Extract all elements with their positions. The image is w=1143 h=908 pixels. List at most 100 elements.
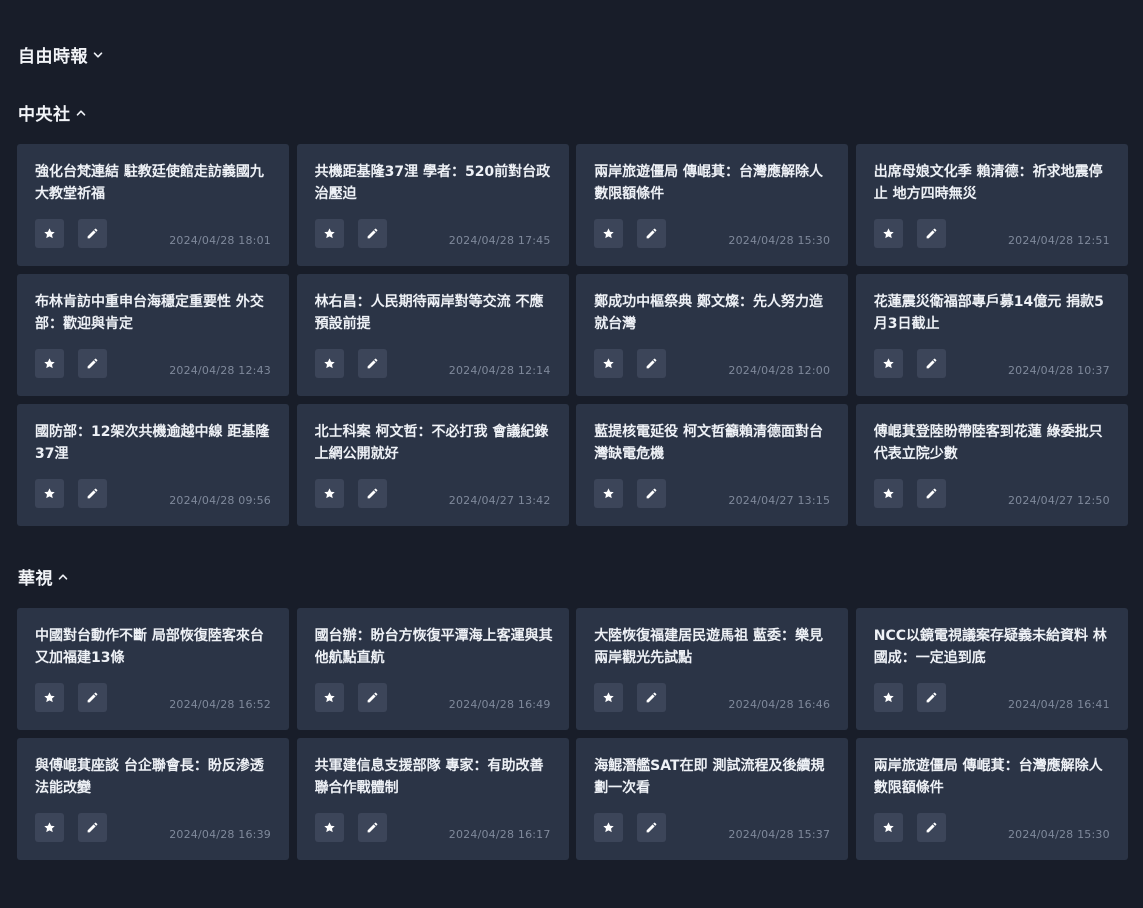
edit-button[interactable]	[916, 479, 946, 508]
edit-button[interactable]	[78, 349, 107, 378]
edit-button[interactable]	[357, 479, 387, 508]
edit-button[interactable]	[357, 683, 387, 712]
news-card-timestamp: 2024/04/28 16:46	[728, 698, 831, 711]
news-card-title: 兩岸旅遊僵局 傳崐萁：台灣應解除人數限額條件	[594, 164, 824, 202]
news-card[interactable]: 大陸恢復福建居民遊馬祖 藍委：樂見兩岸觀光先試點 2024/04/28 16:4…	[576, 608, 849, 730]
news-card-timestamp: 2024/04/28 16:17	[448, 828, 551, 841]
favorite-button[interactable]	[873, 219, 903, 248]
edit-button[interactable]	[637, 683, 667, 712]
news-card-timestamp: 2024/04/27 13:15	[728, 494, 831, 507]
favorite-button[interactable]	[873, 813, 903, 842]
favorite-button[interactable]	[35, 479, 64, 508]
favorite-button[interactable]	[35, 813, 64, 842]
favorite-button[interactable]	[594, 813, 624, 842]
favorite-button[interactable]	[314, 813, 344, 842]
favorite-button[interactable]	[314, 683, 344, 712]
pencil-icon	[645, 227, 658, 240]
news-card[interactable]: 花蓮震災衛福部專戶募14億元 捐款5月3日截止 2024/04/28 10:37	[855, 274, 1128, 396]
edit-button[interactable]	[637, 349, 667, 378]
card-actions	[35, 683, 107, 712]
news-card[interactable]: 兩岸旅遊僵局 傳崐萁：台灣應解除人數限額條件 2024/04/28 15:30	[576, 144, 849, 266]
favorite-button[interactable]	[594, 219, 624, 248]
card-actions	[35, 813, 107, 842]
edit-button[interactable]	[357, 349, 387, 378]
card-actions	[314, 349, 387, 378]
news-card[interactable]: 與傅崐萁座談 台企聯會長：盼反滲透法能改變 2024/04/28 16:39	[17, 738, 289, 860]
edit-button[interactable]	[916, 349, 946, 378]
pencil-icon	[925, 821, 938, 834]
news-card[interactable]: 中國對台動作不斷 局部恢復陸客來台又加福建13條 2024/04/28 16:5…	[17, 608, 289, 730]
star-icon	[323, 357, 336, 370]
star-icon	[882, 821, 895, 834]
edit-button[interactable]	[637, 479, 667, 508]
card-actions	[314, 683, 387, 712]
favorite-button[interactable]	[594, 479, 624, 508]
favorite-button[interactable]	[314, 349, 344, 378]
news-card-timestamp: 2024/04/28 17:45	[448, 234, 551, 247]
news-card[interactable]: NCC以鏡電視議案存疑義未給資料 林國成：一定追到底 2024/04/28 16…	[855, 608, 1128, 730]
section-header-cts[interactable]: 華視	[18, 564, 69, 589]
edit-button[interactable]	[78, 219, 107, 248]
news-card[interactable]: 布林肯訪中重申台海穩定重要性 外交部：歡迎與肯定 2024/04/28 12:4…	[17, 274, 289, 396]
favorite-button[interactable]	[314, 219, 344, 248]
section-title: 華視	[18, 569, 53, 589]
news-card-title: 布林肯訪中重申台海穩定重要性 外交部：歡迎與肯定	[35, 294, 264, 332]
favorite-button[interactable]	[873, 349, 903, 378]
favorite-button[interactable]	[594, 683, 624, 712]
news-card[interactable]: 共機距基隆37浬 學者：520前對台政治壓迫 2024/04/28 17:45	[296, 144, 569, 266]
news-card[interactable]: 出席母娘文化季 賴清德：祈求地震停止 地方四時無災 2024/04/28 12:…	[855, 144, 1128, 266]
news-card-timestamp: 2024/04/28 09:56	[169, 494, 271, 507]
card-actions	[314, 813, 387, 842]
edit-button[interactable]	[357, 219, 387, 248]
news-card[interactable]: 林右昌：人民期待兩岸對等交流 不應預設前提 2024/04/28 12:14	[296, 274, 569, 396]
news-card[interactable]: 強化台梵連結 駐教廷使館走訪義國九大教堂祈福 2024/04/28 18:01	[17, 144, 289, 266]
news-card-timestamp: 2024/04/28 15:30	[1007, 828, 1110, 841]
pencil-icon	[366, 227, 379, 240]
pencil-icon	[925, 691, 938, 704]
card-actions	[594, 683, 667, 712]
favorite-button[interactable]	[594, 349, 624, 378]
news-card-title: 與傅崐萁座談 台企聯會長：盼反滲透法能改變	[35, 758, 264, 796]
news-card[interactable]: 兩岸旅遊僵局 傳崐萁：台灣應解除人數限額條件 2024/04/28 15:30	[855, 738, 1128, 860]
edit-button[interactable]	[637, 813, 667, 842]
pencil-icon	[366, 487, 379, 500]
news-card[interactable]: 藍提核電延役 柯文哲籲賴清德面對台灣缺電危機 2024/04/27 13:15	[576, 404, 849, 526]
star-icon	[43, 227, 56, 240]
favorite-button[interactable]	[35, 683, 64, 712]
section-header-cna[interactable]: 中央社	[18, 100, 87, 125]
favorite-button[interactable]	[314, 479, 344, 508]
news-card[interactable]: 國台辦：盼台方恢復平潭海上客運與其他航點直航 2024/04/28 16:49	[296, 608, 569, 730]
star-icon	[43, 691, 56, 704]
pencil-icon	[645, 487, 658, 500]
news-card-title: 傅崐萁登陸盼帶陸客到花蓮 綠委批只代表立院少數	[873, 424, 1103, 462]
news-card-title: 國台辦：盼台方恢復平潭海上客運與其他航點直航	[314, 628, 553, 666]
favorite-button[interactable]	[35, 349, 64, 378]
edit-button[interactable]	[637, 219, 667, 248]
news-card[interactable]: 北士科案 柯文哲：不必打我 會議紀錄上網公開就好 2024/04/27 13:4…	[296, 404, 569, 526]
edit-button[interactable]	[916, 219, 946, 248]
news-card[interactable]: 共軍建信息支援部隊 專家：有助改善聯合作戰體制 2024/04/28 16:17	[296, 738, 569, 860]
news-card[interactable]: 鄭成功中樞祭典 鄭文燦：先人努力造就台灣 2024/04/28 12:00	[576, 274, 849, 396]
favorite-button[interactable]	[873, 683, 903, 712]
edit-button[interactable]	[357, 813, 387, 842]
section-header-liberty-times[interactable]: 自由時報	[18, 42, 104, 67]
news-card-timestamp: 2024/04/28 15:37	[728, 828, 831, 841]
star-icon	[323, 227, 336, 240]
edit-button[interactable]	[78, 479, 107, 508]
news-card[interactable]: 海鯤潛艦SAT在即 測試流程及後續規劃一次看 2024/04/28 15:37	[576, 738, 849, 860]
favorite-button[interactable]	[873, 479, 903, 508]
edit-button[interactable]	[916, 683, 946, 712]
news-card-timestamp: 2024/04/28 12:14	[448, 364, 551, 377]
favorite-button[interactable]	[35, 219, 64, 248]
news-card[interactable]: 傅崐萁登陸盼帶陸客到花蓮 綠委批只代表立院少數 2024/04/27 12:50	[855, 404, 1128, 526]
edit-button[interactable]	[916, 813, 946, 842]
star-icon	[43, 821, 56, 834]
edit-button[interactable]	[78, 683, 107, 712]
star-icon	[882, 227, 895, 240]
pencil-icon	[645, 691, 658, 704]
news-card-title: 共機距基隆37浬 學者：520前對台政治壓迫	[314, 164, 551, 202]
edit-button[interactable]	[78, 813, 107, 842]
news-card[interactable]: 國防部：12架次共機逾越中線 距基隆37浬 2024/04/28 09:56	[17, 404, 289, 526]
news-card-timestamp: 2024/04/28 16:39	[169, 828, 271, 841]
chevron-down-icon	[92, 49, 104, 61]
